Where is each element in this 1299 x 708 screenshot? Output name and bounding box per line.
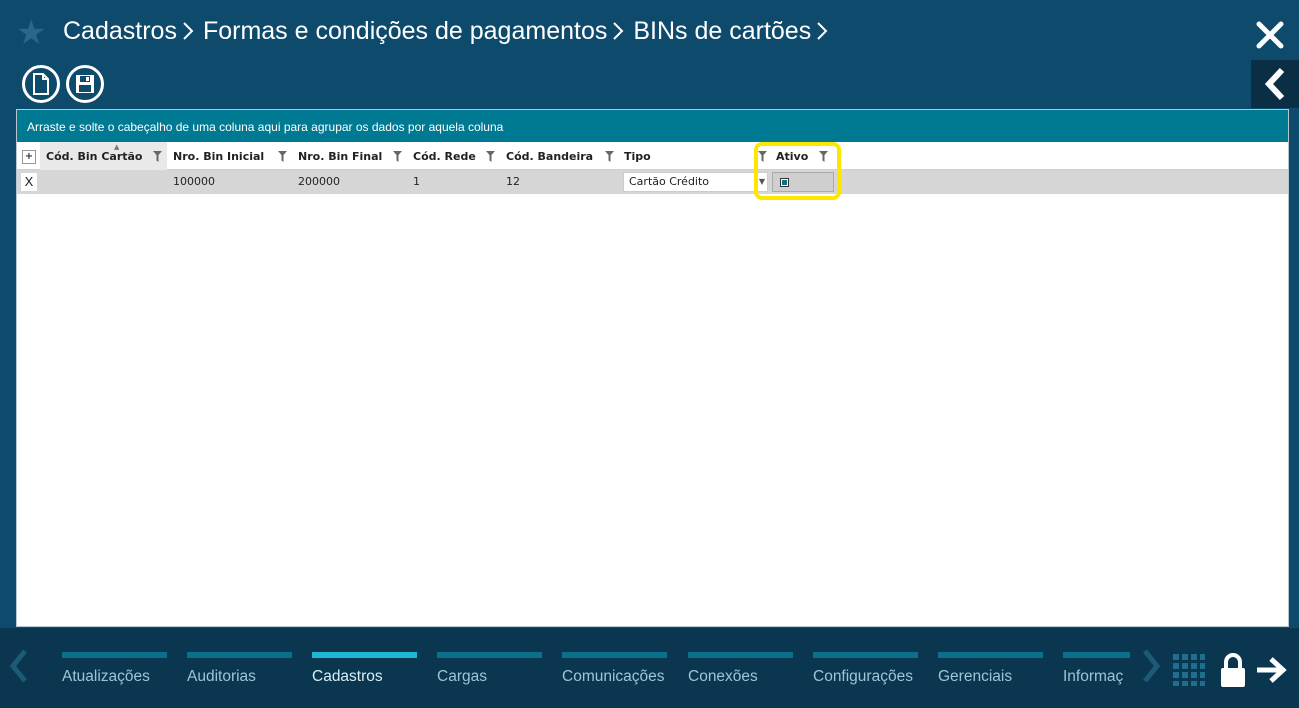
cell-bin-inicial[interactable]: 100000 bbox=[167, 170, 292, 194]
column-header-label: Ativo bbox=[776, 149, 809, 163]
lock-icon[interactable] bbox=[1219, 652, 1247, 688]
breadcrumb-item-bins[interactable]: BINs de cartões bbox=[633, 17, 811, 46]
filter-icon[interactable] bbox=[393, 151, 402, 162]
column-header-bin-final[interactable]: Nro. Bin Final bbox=[292, 142, 407, 170]
favorite-star-icon[interactable]: ★ bbox=[16, 16, 50, 50]
tab-conexoes[interactable]: Conexões bbox=[688, 652, 793, 686]
tab-cadastros[interactable]: Cadastros bbox=[312, 652, 417, 686]
new-document-icon bbox=[33, 73, 49, 95]
cell-bin-final[interactable]: 200000 bbox=[292, 170, 407, 194]
chevron-right-icon bbox=[613, 22, 624, 40]
chevron-right-icon bbox=[817, 22, 828, 40]
save-button[interactable] bbox=[66, 65, 104, 103]
apps-grid-icon[interactable] bbox=[1173, 654, 1205, 686]
bottom-nav: Atualizações Auditorias Cadastros Cargas… bbox=[0, 628, 1299, 708]
filter-icon[interactable] bbox=[278, 151, 287, 162]
ativo-checkbox[interactable] bbox=[780, 178, 789, 187]
chevron-left-icon bbox=[1264, 67, 1285, 101]
close-icon[interactable] bbox=[1255, 20, 1285, 50]
filter-icon[interactable] bbox=[605, 151, 614, 162]
column-header-ativo[interactable]: Ativo bbox=[770, 142, 840, 170]
tab-cargas[interactable]: Cargas bbox=[437, 652, 542, 686]
column-header-cod-bin[interactable]: ▲ Cód. Bin Cartão bbox=[40, 142, 167, 170]
checkbox-checked-mark bbox=[782, 180, 787, 185]
breadcrumb-item-formas[interactable]: Formas e condições de pagamentos bbox=[203, 17, 607, 46]
tipo-select[interactable]: Cartão Crédito ▼ bbox=[623, 172, 768, 192]
filter-icon[interactable] bbox=[153, 151, 162, 162]
breadcrumb: Cadastros Formas e condições de pagament… bbox=[63, 14, 837, 48]
cell-cod-bin[interactable] bbox=[40, 170, 167, 194]
chevron-right-icon bbox=[183, 22, 194, 40]
tab-auditorias[interactable]: Auditorias bbox=[187, 652, 292, 686]
column-header-bin-inicial[interactable]: Nro. Bin Inicial bbox=[167, 142, 292, 170]
logout-arrow-icon[interactable] bbox=[1255, 656, 1287, 684]
filter-icon[interactable] bbox=[819, 151, 828, 162]
column-header-label: Cód. Rede bbox=[413, 149, 476, 163]
cell-ativo[interactable] bbox=[772, 172, 834, 192]
filter-icon[interactable] bbox=[758, 151, 767, 162]
column-header-label: Nro. Bin Final bbox=[298, 149, 383, 163]
save-icon bbox=[76, 75, 94, 93]
chevron-left-icon[interactable] bbox=[8, 648, 30, 684]
tab-atualizacoes[interactable]: Atualizações bbox=[62, 652, 167, 686]
column-header-label: Tipo bbox=[624, 149, 651, 163]
column-header-tipo[interactable]: Tipo bbox=[618, 142, 768, 170]
cell-cod-rede[interactable]: 1 bbox=[407, 170, 500, 194]
cell-cod-bandeira[interactable]: 12 bbox=[500, 170, 618, 194]
new-button[interactable] bbox=[22, 65, 60, 103]
breadcrumb-item-cadastros[interactable]: Cadastros bbox=[63, 17, 177, 46]
expand-all-button[interactable]: + bbox=[22, 150, 36, 164]
group-by-drop-zone[interactable]: Arraste e solte o cabeçalho de uma colun… bbox=[17, 110, 1288, 142]
tab-comunicacoes[interactable]: Comunicações bbox=[562, 652, 667, 686]
tab-informacoes[interactable]: Informaç bbox=[1063, 652, 1130, 686]
delete-row-button[interactable]: X bbox=[21, 173, 37, 191]
column-header-cod-bandeira[interactable]: Cód. Bandeira bbox=[500, 142, 618, 170]
column-header-label: Nro. Bin Inicial bbox=[173, 149, 265, 163]
tipo-select-value: Cartão Crédito bbox=[629, 175, 710, 188]
tab-configuracoes[interactable]: Configurações bbox=[813, 652, 918, 686]
grid-header: + ▲ Cód. Bin Cartão Nro. Bin Inicial Nro… bbox=[17, 142, 1288, 170]
tab-gerenciais[interactable]: Gerenciais bbox=[938, 652, 1043, 686]
column-header-label: Cód. Bin Cartão bbox=[46, 149, 143, 163]
module-tabs: Atualizações Auditorias Cadastros Cargas… bbox=[62, 652, 1130, 708]
collapse-panel-button[interactable] bbox=[1251, 60, 1299, 108]
column-header-label: Cód. Bandeira bbox=[506, 149, 594, 163]
dropdown-caret-icon: ▼ bbox=[758, 177, 765, 186]
sort-ascending-icon: ▲ bbox=[114, 143, 120, 151]
filter-icon[interactable] bbox=[486, 151, 495, 162]
chevron-right-icon[interactable] bbox=[1140, 648, 1162, 684]
table-row[interactable]: X 100000 200000 1 12 Cartão Crédito ▼ bbox=[17, 170, 1288, 194]
grid-panel: Arraste e solte o cabeçalho de uma colun… bbox=[16, 109, 1289, 627]
